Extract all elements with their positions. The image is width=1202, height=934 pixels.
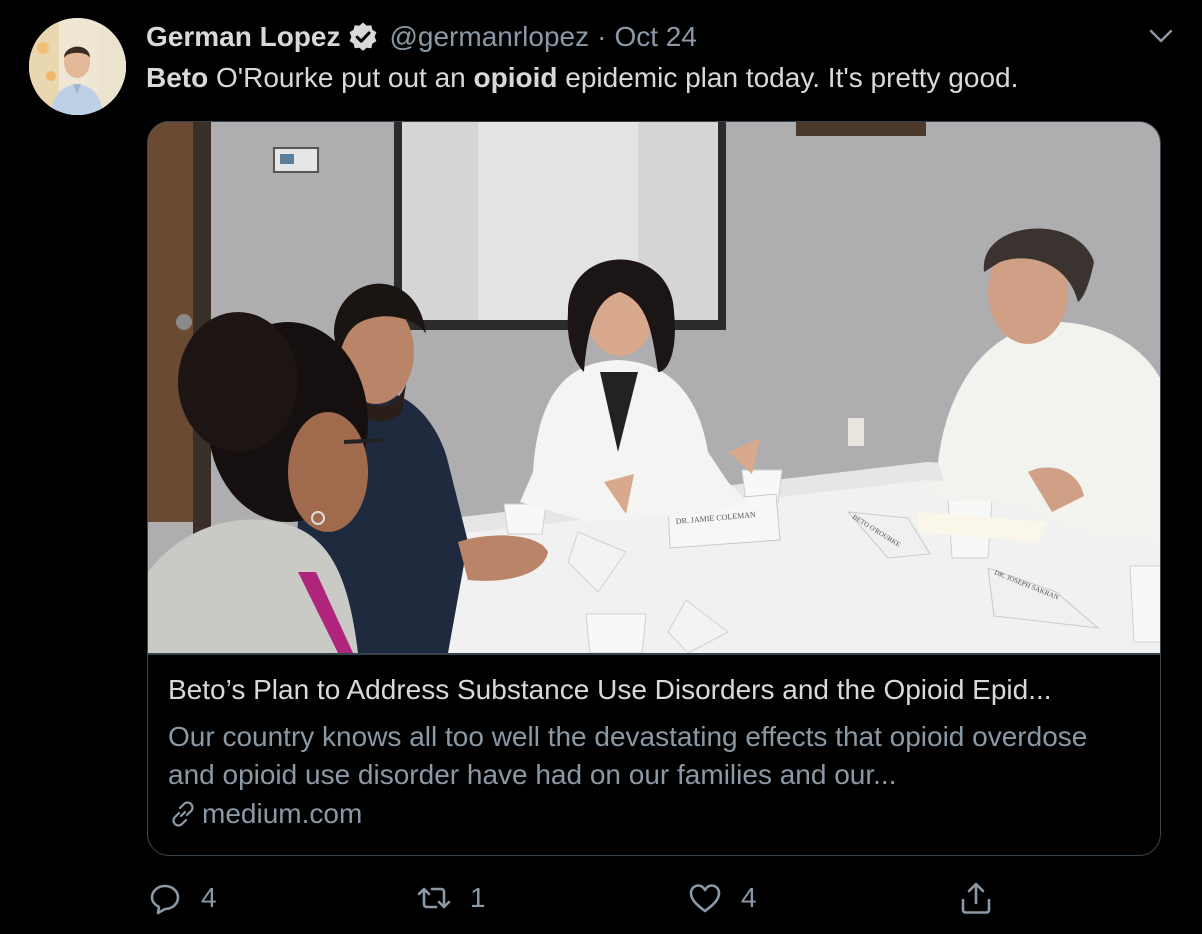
tweet-actions: 4 1 4 — [0, 870, 1202, 926]
card-divider — [148, 653, 1160, 655]
tweet-text-part-2: O'Rourke put out an — [208, 62, 474, 93]
tweet-text-bold-1: Beto — [146, 62, 209, 93]
retweet-icon — [417, 887, 451, 909]
like-count: 4 — [741, 882, 757, 913]
reply-button[interactable]: 4 — [147, 870, 217, 926]
retweet-button[interactable]: 1 — [416, 870, 486, 926]
tweet-text-bold-2: opioid — [473, 62, 558, 93]
avatar[interactable] — [29, 18, 126, 115]
card-domain-text: medium.com — [202, 798, 363, 829]
chevron-down-icon[interactable] — [1148, 26, 1174, 46]
separator-dot: · — [597, 21, 607, 52]
tweet-header: German Lopez @germanrlopez · Oct 24 — [146, 17, 697, 57]
tweet-text: Beto O'Rourke put out an opioid epidemic… — [146, 62, 1018, 94]
retweet-count: 1 — [470, 882, 486, 913]
tweet-text-part-4: epidemic plan today. It's pretty good. — [557, 62, 1019, 93]
reply-count: 4 — [201, 882, 217, 913]
card-title[interactable]: Beto’s Plan to Address Substance Use Dis… — [168, 674, 1148, 706]
tweet-date[interactable]: Oct 24 — [614, 21, 696, 53]
author-name[interactable]: German Lopez — [146, 21, 340, 53]
like-button[interactable]: 4 — [687, 870, 757, 926]
card-description: Our country knows all too well the devas… — [168, 721, 1088, 790]
card-domain[interactable]: medium.com — [168, 798, 362, 830]
card-image[interactable]: DR. JAMIE COLEMAN BETO O'ROURKE DR. JOSE… — [148, 122, 1161, 653]
verified-badge-icon — [347, 21, 379, 53]
link-icon — [168, 799, 198, 829]
author-handle[interactable]: @germanrlopez — [389, 21, 589, 53]
link-card[interactable]: DR. JAMIE COLEMAN BETO O'ROURKE DR. JOSE… — [147, 121, 1161, 856]
share-icon — [961, 882, 991, 914]
heart-icon — [689, 884, 721, 913]
share-button[interactable] — [958, 870, 994, 926]
avatar-photo — [29, 18, 126, 115]
reply-icon — [150, 884, 180, 915]
